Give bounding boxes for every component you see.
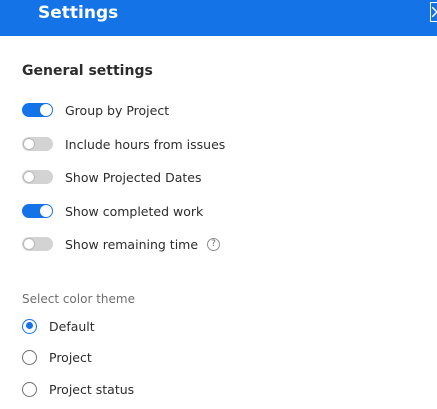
radio-option-project-status[interactable]: Project status	[22, 379, 134, 399]
toggle-row-projected-dates[interactable]: Show Projected Dates	[22, 167, 201, 187]
toggle-switch[interactable]	[22, 103, 53, 117]
radio-label: Project	[49, 349, 92, 365]
toggle-knob	[23, 138, 35, 150]
toggle-row-include-hours[interactable]: Include hours from issues	[22, 134, 225, 154]
radio-dot	[25, 322, 33, 329]
toggle-label: Show completed work	[65, 203, 204, 219]
panel-title: Settings	[38, 3, 119, 23]
toggle-knob	[23, 238, 35, 250]
toggle-label: Include hours from issues	[65, 136, 226, 152]
toggle-row-remaining-time[interactable]: Show remaining time ?	[22, 234, 221, 254]
toggle-knob	[40, 104, 52, 116]
general-settings-heading: General settings	[22, 63, 153, 79]
toggle-knob	[23, 171, 35, 183]
radio-option-default[interactable]: Default	[22, 316, 95, 336]
radio-button[interactable]	[22, 318, 37, 334]
radio-label: Default	[49, 318, 95, 334]
radio-button[interactable]	[22, 381, 37, 397]
toggle-label: Show Projected Dates	[65, 169, 202, 185]
radio-button[interactable]	[22, 349, 37, 365]
toggle-row-completed-work[interactable]: Show completed work	[22, 201, 203, 221]
color-theme-label: Select color theme	[22, 292, 135, 306]
toggle-switch[interactable]	[22, 170, 53, 184]
toggle-knob	[40, 205, 52, 217]
radio-label: Project status	[49, 381, 135, 397]
close-button[interactable]	[430, 2, 437, 22]
settings-header: Settings	[0, 0, 437, 36]
toggle-row-group-by-project[interactable]: Group by Project	[22, 100, 169, 120]
toggle-switch[interactable]	[22, 137, 53, 151]
radio-option-project[interactable]: Project	[22, 347, 92, 367]
toggle-switch[interactable]	[22, 204, 53, 218]
close-icon	[432, 7, 437, 17]
toggle-label: Show remaining time	[65, 236, 199, 252]
toggle-label: Group by Project	[65, 102, 170, 118]
toggle-switch[interactable]	[22, 237, 53, 251]
question-mark-circle-icon[interactable]: ?	[207, 237, 221, 251]
